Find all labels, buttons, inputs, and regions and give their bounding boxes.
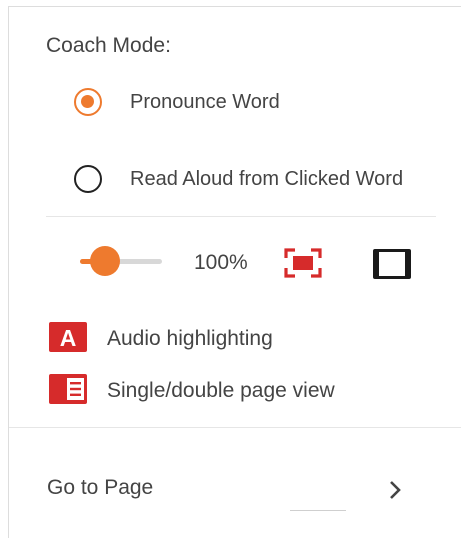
audio-highlighting-row[interactable]: A Audio highlighting [49, 321, 273, 357]
radio-label-read-aloud: Read Aloud from Clicked Word [130, 167, 404, 190]
zoom-slider-thumb[interactable] [90, 246, 120, 276]
fit-page-icon[interactable] [373, 249, 411, 279]
radio-option-pronounce-word[interactable]: Pronounce Word [74, 85, 280, 119]
zoom-slider[interactable] [80, 246, 162, 276]
fit-to-screen-icon[interactable] [284, 248, 322, 278]
go-to-page-row: Go to Page [9, 428, 461, 538]
radio-button-unselected[interactable] [74, 165, 102, 193]
zoom-percentage: 100% [194, 251, 248, 274]
audio-highlighting-icon-letter: A [60, 325, 77, 351]
radio-option-read-aloud[interactable]: Read Aloud from Clicked Word [74, 162, 403, 196]
reader-settings-panel: Coach Mode: Pronounce Word Read Aloud fr… [0, 0, 461, 538]
coach-mode-title: Coach Mode: [46, 34, 171, 57]
page-view-row[interactable]: Single/double page view [49, 373, 335, 409]
section-divider [46, 216, 436, 217]
audio-highlighting-label: Audio highlighting [107, 327, 273, 350]
audio-highlighting-icon: A [49, 321, 87, 357]
page-view-label: Single/double page view [107, 379, 335, 402]
chevron-right-icon[interactable] [385, 478, 405, 502]
panel-top-border [8, 6, 461, 7]
page-number-input[interactable] [290, 486, 346, 511]
radio-button-selected[interactable] [74, 88, 102, 116]
go-to-page-label: Go to Page [47, 476, 154, 499]
radio-label-pronounce-word: Pronounce Word [130, 90, 280, 113]
page-view-icon [49, 373, 87, 409]
